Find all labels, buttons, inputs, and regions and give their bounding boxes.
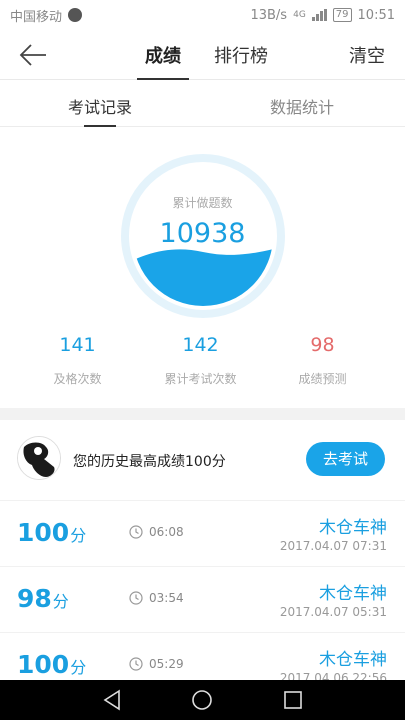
- summary-panel: 累计做题数 10938 141 及格次数 142 累计考试次数 98 成绩预测: [0, 128, 405, 410]
- tab-exam-records[interactable]: 考试记录: [68, 94, 132, 127]
- stat-exams-label: 累计考试次数: [164, 372, 237, 386]
- signal-icon: [311, 9, 327, 21]
- carrier-group: 中国移动: [10, 6, 83, 25]
- record-score: 98分: [17, 584, 69, 613]
- record-score: 100分: [17, 518, 86, 547]
- clear-button[interactable]: 清空: [349, 42, 385, 68]
- record-duration: 03:54: [149, 591, 184, 605]
- stat-passed: 141 及格次数: [10, 334, 145, 387]
- clock-icon: [129, 525, 143, 539]
- record-score-unit: 分: [70, 658, 87, 677]
- back-button[interactable]: [18, 40, 50, 70]
- section-divider: [0, 408, 405, 420]
- system-navigation-bar: [0, 680, 405, 720]
- record-date: 2017.04.06 22:56: [279, 671, 387, 680]
- status-bar: 中国移动 13B/s 4G 79 10:51: [0, 0, 405, 30]
- record-username: 木仓车神: [319, 518, 387, 538]
- stat-exams: 142 累计考试次数: [133, 334, 268, 387]
- record-score-unit: 分: [70, 526, 87, 545]
- record-score: 100分: [17, 650, 86, 679]
- record-score-value: 100: [17, 518, 70, 547]
- tab-data-statistics[interactable]: 数据统计: [270, 94, 334, 127]
- clock-icon: [129, 591, 143, 605]
- record-score-unit: 分: [52, 592, 69, 611]
- battery-icon: 79: [332, 8, 352, 22]
- tab-score[interactable]: 成绩: [137, 42, 189, 80]
- record-date: 2017.04.07 05:31: [279, 605, 387, 619]
- exam-records-list: 100分 06:08 木仓车神 2017.04.07 07:31 98分 03:…: [0, 500, 405, 680]
- avatar: [17, 436, 61, 480]
- stat-passed-label: 及格次数: [53, 372, 102, 386]
- stat-prediction: 98 成绩预测: [255, 334, 390, 387]
- avatar-image: [18, 437, 60, 479]
- stat-passed-value: 141: [59, 334, 96, 356]
- record-duration: 05:29: [149, 657, 184, 671]
- go-exam-button[interactable]: 去考试: [306, 442, 385, 476]
- top-navigation: 成绩 排行榜 清空: [0, 30, 405, 80]
- best-score-row: 您的历史最高成绩100分 去考试: [0, 420, 405, 500]
- tab-ranking[interactable]: 排行榜: [214, 42, 268, 80]
- stat-exams-value: 142: [182, 334, 219, 356]
- notification-icon: [68, 8, 83, 22]
- stat-prediction-value: 98: [310, 334, 335, 356]
- nav-home-icon[interactable]: [190, 688, 214, 712]
- network-speed: 13B/s: [250, 7, 288, 23]
- arrow-left-icon: [19, 44, 46, 66]
- list-item[interactable]: 100分 05:29 木仓车神 2017.04.06 22:56: [0, 632, 405, 680]
- best-score-text: 您的历史最高成绩100分: [73, 454, 226, 470]
- nav-back-icon[interactable]: [100, 688, 124, 712]
- stat-prediction-label: 成绩预测: [298, 372, 347, 386]
- record-username: 木仓车神: [319, 650, 387, 670]
- network-type: 4G: [293, 10, 306, 20]
- total-questions-value: 10938: [159, 218, 246, 249]
- record-score-value: 100: [17, 650, 70, 679]
- record-username: 木仓车神: [319, 584, 387, 604]
- sub-tabs: 考试记录 数据统计: [0, 81, 405, 127]
- record-duration: 06:08: [149, 525, 184, 539]
- clock-time: 10:51: [357, 7, 395, 23]
- total-questions-label: 累计做题数: [172, 196, 233, 210]
- nav-recents-icon[interactable]: [281, 688, 305, 712]
- status-right: 13B/s 4G 79 10:51: [250, 8, 395, 23]
- carrier-name: 中国移动: [10, 9, 63, 25]
- record-date: 2017.04.07 07:31: [279, 539, 387, 553]
- list-item[interactable]: 100分 06:08 木仓车神 2017.04.07 07:31: [0, 500, 405, 566]
- list-item[interactable]: 98分 03:54 木仓车神 2017.04.07 05:31: [0, 566, 405, 632]
- clock-icon: [129, 657, 143, 671]
- record-score-value: 98: [17, 584, 52, 613]
